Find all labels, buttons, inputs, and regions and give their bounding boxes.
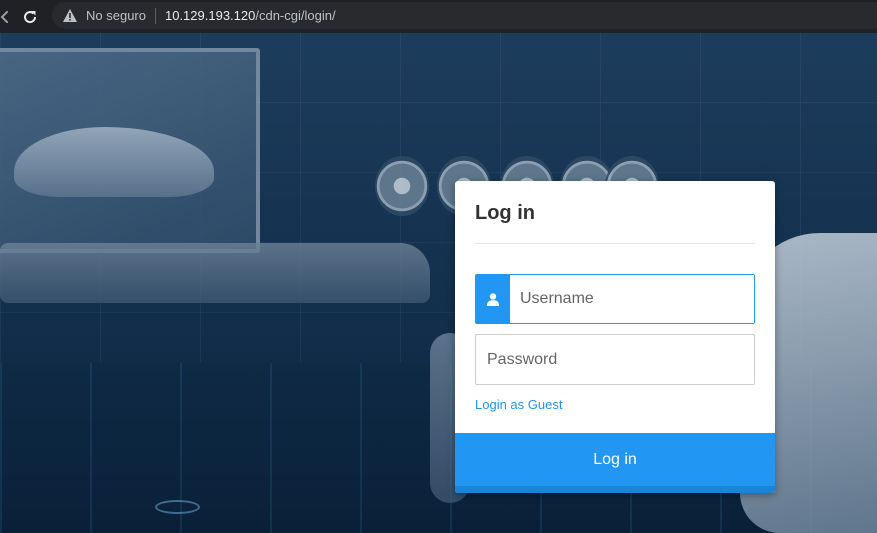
- floor-marker: [155, 500, 200, 514]
- back-button[interactable]: [0, 0, 10, 33]
- security-status[interactable]: No seguro: [86, 8, 146, 23]
- login-as-guest-link[interactable]: Login as Guest: [475, 397, 562, 412]
- address-divider: [154, 7, 156, 24]
- url-host: 10.129.193.120: [164, 8, 256, 23]
- login-panel: Log in Login as Guest Log in: [455, 181, 775, 493]
- arrow-left-icon: [0, 10, 8, 23]
- display-car: [14, 127, 214, 197]
- title-divider: [475, 243, 755, 244]
- url-path: /cdn-cgi/login/: [255, 8, 336, 23]
- password-input[interactable]: [475, 334, 755, 385]
- user-icon: [476, 275, 510, 323]
- url-text[interactable]: 10.129.193.120/cdn-cgi/login/: [165, 8, 336, 23]
- reload-icon: [24, 10, 37, 23]
- showroom-desk: [0, 243, 430, 303]
- wheel-display: [375, 156, 429, 216]
- wall-display: [0, 48, 260, 253]
- warning-triangle-icon[interactable]: [62, 8, 78, 24]
- username-field-group: [475, 274, 755, 324]
- reload-button[interactable]: [10, 0, 50, 33]
- browser-toolbar: No seguro 10.129.193.120/cdn-cgi/login/: [0, 0, 877, 33]
- login-title: Log in: [475, 202, 535, 224]
- username-input[interactable]: [510, 275, 754, 323]
- login-button[interactable]: Log in: [455, 433, 775, 493]
- address-bar[interactable]: No seguro 10.129.193.120/cdn-cgi/login/: [52, 2, 877, 29]
